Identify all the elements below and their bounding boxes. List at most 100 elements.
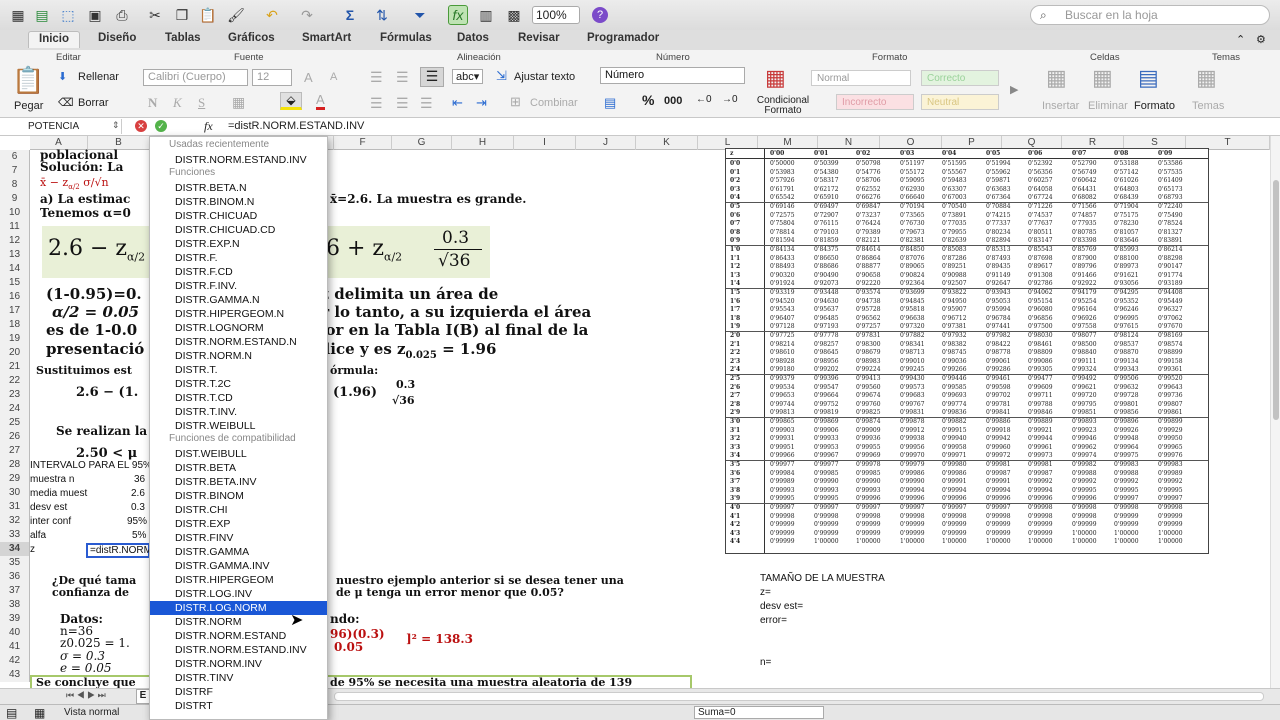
merge-button[interactable]: Combinar (530, 97, 578, 109)
row-header-19[interactable]: 19 (0, 332, 30, 346)
autocomplete-item[interactable]: DISTR.NORM.INV (150, 657, 327, 671)
sheet-nav-icon[interactable]: ⏮ ◀ ▶ ⏭ (66, 690, 106, 701)
tab-graficos[interactable]: Gráficos (228, 32, 275, 44)
autocomplete-item[interactable]: DISTR.NORM.ESTAND (150, 629, 327, 643)
autocomplete-item[interactable]: DISTR.EXP (150, 517, 327, 531)
row-header-37[interactable]: 37 (0, 584, 30, 598)
wrap-text-button[interactable]: Ajustar texto (514, 71, 575, 83)
sample-size-n[interactable]: n= (760, 657, 771, 668)
tab-diseno[interactable]: Diseño (98, 32, 136, 44)
open-icon[interactable]: ⬚ (58, 5, 78, 25)
row-header-14[interactable]: 14 (0, 262, 30, 276)
formula-input[interactable]: =distR.NORM.ESTAND.INV (228, 120, 364, 132)
decrease-decimal-icon[interactable]: →0 (722, 94, 738, 105)
row-header-8[interactable]: 8 (0, 178, 30, 192)
autocomplete-item[interactable]: DISTR.T.CD (150, 391, 327, 405)
autocomplete-item[interactable]: DISTR.NORM.ESTAND.INV (150, 643, 327, 657)
format-button[interactable]: Formato (1134, 100, 1175, 112)
ribbon-settings-icon[interactable]: ⚙ (1256, 33, 1266, 46)
cell-a28[interactable]: INTERVALO PARA EL 95% D (30, 460, 162, 471)
cell-a32[interactable]: inter conf (30, 516, 71, 527)
toolbox-icon[interactable]: ▩ (504, 5, 524, 25)
row-header-43[interactable]: 43 (0, 668, 30, 682)
autocomplete-item[interactable]: DISTR.BINOM.N (150, 195, 327, 209)
filter-icon[interactable]: ⏷ (410, 5, 430, 25)
row-header-28[interactable]: 28 (0, 458, 30, 472)
cell-b33[interactable]: 5% (132, 530, 146, 541)
collapse-ribbon-icon[interactable]: ⌃ (1236, 33, 1245, 46)
new-workbook-icon[interactable]: ▤ (32, 5, 52, 25)
row-header-35[interactable]: 35 (0, 556, 30, 570)
delete-button[interactable]: Eliminar (1088, 100, 1128, 112)
align-top-icon[interactable]: ☰ (370, 69, 383, 86)
status-sum[interactable]: Suma=0 (694, 706, 824, 719)
sort-icon[interactable]: ⇅ (372, 5, 392, 25)
borders-icon[interactable]: ▦ (232, 94, 245, 111)
autocomplete-item[interactable]: DISTR.F. (150, 251, 327, 265)
tab-tablas[interactable]: Tablas (165, 32, 201, 44)
row-header-16[interactable]: 16 (0, 290, 30, 304)
autocomplete-item[interactable]: DISTR.GAMMA (150, 545, 327, 559)
cell-b30[interactable]: 2.6 (131, 488, 145, 499)
insert-button[interactable]: Insertar (1042, 100, 1079, 112)
row-header-29[interactable]: 29 (0, 472, 30, 486)
confirm-icon[interactable]: ✓ (155, 120, 167, 132)
tab-smartart[interactable]: SmartArt (302, 32, 351, 44)
sheet-tab[interactable]: E (136, 689, 150, 704)
fill-button[interactable]: Rellenar (78, 71, 119, 83)
cell-b34-editor[interactable]: =distR.NORM (90, 545, 152, 556)
page-layout-view-icon[interactable]: ▦ (34, 706, 45, 720)
tab-datos[interactable]: Datos (457, 32, 489, 44)
style-correcto[interactable]: Correcto (921, 70, 999, 86)
row-header-9[interactable]: 9 (0, 192, 30, 206)
row-header-40[interactable]: 40 (0, 626, 30, 640)
themes-button[interactable]: Temas (1192, 100, 1224, 112)
undo-icon[interactable]: ↶ (262, 5, 282, 25)
column-header-h[interactable]: H (452, 136, 514, 150)
conditional-format-button[interactable]: Condicional Formato (752, 96, 814, 116)
row-header-18[interactable]: 18 (0, 318, 30, 332)
function-autocomplete-list[interactable]: Usadas recientemente DISTR.NORM.ESTAND.IN… (149, 136, 328, 720)
row-header-21[interactable]: 21 (0, 360, 30, 374)
autocomplete-item[interactable]: DISTR.NORM.N (150, 349, 327, 363)
vertical-scrollbar[interactable] (1270, 136, 1280, 688)
name-box[interactable]: POTENCIA (0, 119, 122, 134)
autocomplete-item[interactable]: DISTR.T. (150, 363, 327, 377)
column-header-i[interactable]: I (514, 136, 576, 150)
horizontal-scrollbar[interactable] (334, 692, 1264, 701)
autocomplete-item[interactable]: DISTR.NORM.ESTAND.N (150, 335, 327, 349)
autocomplete-item[interactable]: DISTR.HIPERGEOM.N (150, 307, 327, 321)
grow-font-icon[interactable]: A (304, 70, 313, 85)
paste-button[interactable]: Pegar (14, 100, 43, 112)
number-format-select[interactable]: Número (600, 67, 745, 84)
italic-icon[interactable]: K (173, 95, 182, 111)
row-header-17[interactable]: 17 (0, 304, 30, 318)
zoom-select[interactable]: 100% (532, 6, 580, 24)
row-header-32[interactable]: 32 (0, 514, 30, 528)
row-header-10[interactable]: 10 (0, 206, 30, 220)
autocomplete-item[interactable]: DISTR.LOG.INV (150, 587, 327, 601)
font-name-select[interactable]: Calibri (Cuerpo) (143, 69, 248, 86)
increase-indent-icon[interactable]: ⇥ (476, 95, 487, 111)
print-icon[interactable]: ⎙ (112, 5, 132, 25)
row-header-36[interactable]: 36 (0, 570, 30, 584)
sample-size-desv[interactable]: desv est= (760, 601, 803, 612)
scrollbar-thumb[interactable] (1273, 180, 1279, 420)
autocomplete-item[interactable]: DISTR.LOGNORM (150, 321, 327, 335)
row-header-22[interactable]: 22 (0, 374, 30, 388)
tab-revisar[interactable]: Revisar (518, 32, 560, 44)
style-normal[interactable]: Normal (811, 70, 911, 86)
style-neutral[interactable]: Neutral (921, 94, 999, 110)
copy-icon[interactable]: ❐ (172, 5, 192, 25)
sample-size-z[interactable]: z= (760, 587, 771, 598)
format-painter-icon[interactable]: 🖌 (226, 5, 246, 25)
cell-a33[interactable]: alfa (30, 530, 46, 541)
row-header-6[interactable]: 6 (0, 150, 30, 164)
row-header-26[interactable]: 26 (0, 430, 30, 444)
cell-b32[interactable]: 95% (127, 516, 147, 527)
row-header-39[interactable]: 39 (0, 612, 30, 626)
underline-icon[interactable]: S (198, 95, 205, 111)
help-icon[interactable]: ? (592, 7, 608, 23)
row-header-7[interactable]: 7 (0, 164, 30, 178)
row-header-27[interactable]: 27 (0, 444, 30, 458)
